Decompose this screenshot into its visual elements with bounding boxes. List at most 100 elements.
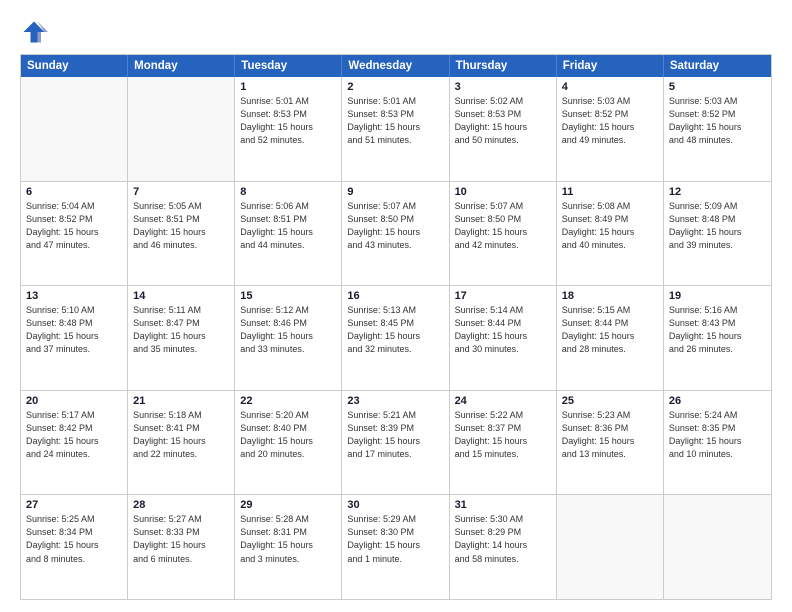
day-number: 1 bbox=[240, 81, 336, 93]
day-number: 13 bbox=[26, 290, 122, 302]
calendar-cell-29: 29 Sunrise: 5:28 AM Sunset: 8:31 PM Dayli… bbox=[235, 495, 342, 599]
sun-info: Sunrise: 5:07 AM Sunset: 8:50 PM Dayligh… bbox=[455, 200, 551, 252]
weekday-header-sunday: Sunday bbox=[21, 55, 128, 77]
day-number: 5 bbox=[669, 81, 766, 93]
sun-info: Sunrise: 5:11 AM Sunset: 8:47 PM Dayligh… bbox=[133, 304, 229, 356]
day-number: 15 bbox=[240, 290, 336, 302]
day-number: 27 bbox=[26, 499, 122, 511]
calendar-cell-14: 14 Sunrise: 5:11 AM Sunset: 8:47 PM Dayli… bbox=[128, 286, 235, 390]
sun-info: Sunrise: 5:03 AM Sunset: 8:52 PM Dayligh… bbox=[562, 95, 658, 147]
calendar-cell-empty-0-0 bbox=[21, 77, 128, 181]
day-number: 18 bbox=[562, 290, 658, 302]
sun-info: Sunrise: 5:17 AM Sunset: 8:42 PM Dayligh… bbox=[26, 409, 122, 461]
day-number: 10 bbox=[455, 186, 551, 198]
sun-info: Sunrise: 5:25 AM Sunset: 8:34 PM Dayligh… bbox=[26, 513, 122, 565]
calendar-cell-9: 9 Sunrise: 5:07 AM Sunset: 8:50 PM Daylig… bbox=[342, 182, 449, 286]
calendar-cell-22: 22 Sunrise: 5:20 AM Sunset: 8:40 PM Dayli… bbox=[235, 391, 342, 495]
day-number: 3 bbox=[455, 81, 551, 93]
sun-info: Sunrise: 5:22 AM Sunset: 8:37 PM Dayligh… bbox=[455, 409, 551, 461]
day-number: 29 bbox=[240, 499, 336, 511]
calendar-row-1: 1 Sunrise: 5:01 AM Sunset: 8:53 PM Daylig… bbox=[21, 77, 771, 181]
day-number: 23 bbox=[347, 395, 443, 407]
weekday-header-wednesday: Wednesday bbox=[342, 55, 449, 77]
calendar-cell-15: 15 Sunrise: 5:12 AM Sunset: 8:46 PM Dayli… bbox=[235, 286, 342, 390]
weekday-header-friday: Friday bbox=[557, 55, 664, 77]
calendar-cell-16: 16 Sunrise: 5:13 AM Sunset: 8:45 PM Dayli… bbox=[342, 286, 449, 390]
calendar-cell-1: 1 Sunrise: 5:01 AM Sunset: 8:53 PM Daylig… bbox=[235, 77, 342, 181]
calendar-cell-20: 20Sunrise: 5:17 AM Sunset: 8:42 PM Dayli… bbox=[21, 391, 128, 495]
calendar-header: SundayMondayTuesdayWednesdayThursdayFrid… bbox=[21, 55, 771, 77]
weekday-header-saturday: Saturday bbox=[664, 55, 771, 77]
calendar-cell-empty-0-1 bbox=[128, 77, 235, 181]
sun-info: Sunrise: 5:06 AM Sunset: 8:51 PM Dayligh… bbox=[240, 200, 336, 252]
calendar-cell-13: 13 Sunrise: 5:10 AM Sunset: 8:48 PM Dayli… bbox=[21, 286, 128, 390]
day-number: 25 bbox=[562, 395, 658, 407]
calendar-body: 1 Sunrise: 5:01 AM Sunset: 8:53 PM Daylig… bbox=[21, 77, 771, 599]
calendar-cell-21: 21 Sunrise: 5:18 AM Sunset: 8:41 PM Dayli… bbox=[128, 391, 235, 495]
sun-info: Sunrise: 5:08 AM Sunset: 8:49 PM Dayligh… bbox=[562, 200, 658, 252]
day-number: 6 bbox=[26, 186, 122, 198]
header bbox=[20, 18, 772, 46]
sun-info: Sunrise: 5:29 AM Sunset: 8:30 PM Dayligh… bbox=[347, 513, 443, 565]
sun-info: Sunrise: 5:09 AM Sunset: 8:48 PM Dayligh… bbox=[669, 200, 766, 252]
sun-info: Sunrise: 5:13 AM Sunset: 8:45 PM Dayligh… bbox=[347, 304, 443, 356]
day-number: 7 bbox=[133, 186, 229, 198]
calendar-cell-31: 31Sunrise: 5:30 AM Sunset: 8:29 PM Dayli… bbox=[450, 495, 557, 599]
day-number: 21 bbox=[133, 395, 229, 407]
day-number: 26 bbox=[669, 395, 766, 407]
sun-info: Sunrise: 5:01 AM Sunset: 8:53 PM Dayligh… bbox=[240, 95, 336, 147]
sun-info: Sunrise: 5:01 AM Sunset: 8:53 PM Dayligh… bbox=[347, 95, 443, 147]
logo bbox=[20, 18, 52, 46]
sun-info: Sunrise: 5:07 AM Sunset: 8:50 PM Dayligh… bbox=[347, 200, 443, 252]
day-number: 16 bbox=[347, 290, 443, 302]
calendar-cell-30: 30Sunrise: 5:29 AM Sunset: 8:30 PM Dayli… bbox=[342, 495, 449, 599]
calendar-row-5: 27 Sunrise: 5:25 AM Sunset: 8:34 PM Dayli… bbox=[21, 494, 771, 599]
day-number: 12 bbox=[669, 186, 766, 198]
sun-info: Sunrise: 5:23 AM Sunset: 8:36 PM Dayligh… bbox=[562, 409, 658, 461]
sun-info: Sunrise: 5:03 AM Sunset: 8:52 PM Dayligh… bbox=[669, 95, 766, 147]
day-number: 28 bbox=[133, 499, 229, 511]
sun-info: Sunrise: 5:02 AM Sunset: 8:53 PM Dayligh… bbox=[455, 95, 551, 147]
sun-info: Sunrise: 5:15 AM Sunset: 8:44 PM Dayligh… bbox=[562, 304, 658, 356]
calendar-cell-3: 3 Sunrise: 5:02 AM Sunset: 8:53 PM Daylig… bbox=[450, 77, 557, 181]
calendar: SundayMondayTuesdayWednesdayThursdayFrid… bbox=[20, 54, 772, 600]
sun-info: Sunrise: 5:12 AM Sunset: 8:46 PM Dayligh… bbox=[240, 304, 336, 356]
sun-info: Sunrise: 5:27 AM Sunset: 8:33 PM Dayligh… bbox=[133, 513, 229, 565]
day-number: 2 bbox=[347, 81, 443, 93]
weekday-header-monday: Monday bbox=[128, 55, 235, 77]
weekday-header-tuesday: Tuesday bbox=[235, 55, 342, 77]
calendar-cell-18: 18 Sunrise: 5:15 AM Sunset: 8:44 PM Dayli… bbox=[557, 286, 664, 390]
calendar-cell-25: 25 Sunrise: 5:23 AM Sunset: 8:36 PM Dayli… bbox=[557, 391, 664, 495]
day-number: 24 bbox=[455, 395, 551, 407]
day-number: 9 bbox=[347, 186, 443, 198]
sun-info: Sunrise: 5:28 AM Sunset: 8:31 PM Dayligh… bbox=[240, 513, 336, 565]
calendar-row-3: 13 Sunrise: 5:10 AM Sunset: 8:48 PM Dayli… bbox=[21, 285, 771, 390]
calendar-cell-24: 24 Sunrise: 5:22 AM Sunset: 8:37 PM Dayli… bbox=[450, 391, 557, 495]
sun-info: Sunrise: 5:04 AM Sunset: 8:52 PM Dayligh… bbox=[26, 200, 122, 252]
sun-info: Sunrise: 5:20 AM Sunset: 8:40 PM Dayligh… bbox=[240, 409, 336, 461]
day-number: 14 bbox=[133, 290, 229, 302]
day-number: 22 bbox=[240, 395, 336, 407]
calendar-cell-10: 10 Sunrise: 5:07 AM Sunset: 8:50 PM Dayli… bbox=[450, 182, 557, 286]
day-number: 17 bbox=[455, 290, 551, 302]
day-number: 19 bbox=[669, 290, 766, 302]
page: SundayMondayTuesdayWednesdayThursdayFrid… bbox=[0, 0, 792, 612]
sun-info: Sunrise: 5:18 AM Sunset: 8:41 PM Dayligh… bbox=[133, 409, 229, 461]
calendar-cell-23: 23 Sunrise: 5:21 AM Sunset: 8:39 PM Dayli… bbox=[342, 391, 449, 495]
weekday-header-thursday: Thursday bbox=[450, 55, 557, 77]
calendar-cell-empty-4-6 bbox=[664, 495, 771, 599]
calendar-cell-8: 8Sunrise: 5:06 AM Sunset: 8:51 PM Daylig… bbox=[235, 182, 342, 286]
calendar-row-4: 20Sunrise: 5:17 AM Sunset: 8:42 PM Dayli… bbox=[21, 390, 771, 495]
calendar-cell-7: 7Sunrise: 5:05 AM Sunset: 8:51 PM Daylig… bbox=[128, 182, 235, 286]
calendar-row-2: 6 Sunrise: 5:04 AM Sunset: 8:52 PM Daylig… bbox=[21, 181, 771, 286]
calendar-cell-28: 28 Sunrise: 5:27 AM Sunset: 8:33 PM Dayli… bbox=[128, 495, 235, 599]
day-number: 31 bbox=[455, 499, 551, 511]
calendar-cell-empty-4-5 bbox=[557, 495, 664, 599]
logo-icon bbox=[20, 18, 48, 46]
calendar-cell-17: 17 Sunrise: 5:14 AM Sunset: 8:44 PM Dayli… bbox=[450, 286, 557, 390]
calendar-cell-5: 5 Sunrise: 5:03 AM Sunset: 8:52 PM Daylig… bbox=[664, 77, 771, 181]
sun-info: Sunrise: 5:21 AM Sunset: 8:39 PM Dayligh… bbox=[347, 409, 443, 461]
calendar-cell-2: 2 Sunrise: 5:01 AM Sunset: 8:53 PM Daylig… bbox=[342, 77, 449, 181]
sun-info: Sunrise: 5:14 AM Sunset: 8:44 PM Dayligh… bbox=[455, 304, 551, 356]
sun-info: Sunrise: 5:10 AM Sunset: 8:48 PM Dayligh… bbox=[26, 304, 122, 356]
